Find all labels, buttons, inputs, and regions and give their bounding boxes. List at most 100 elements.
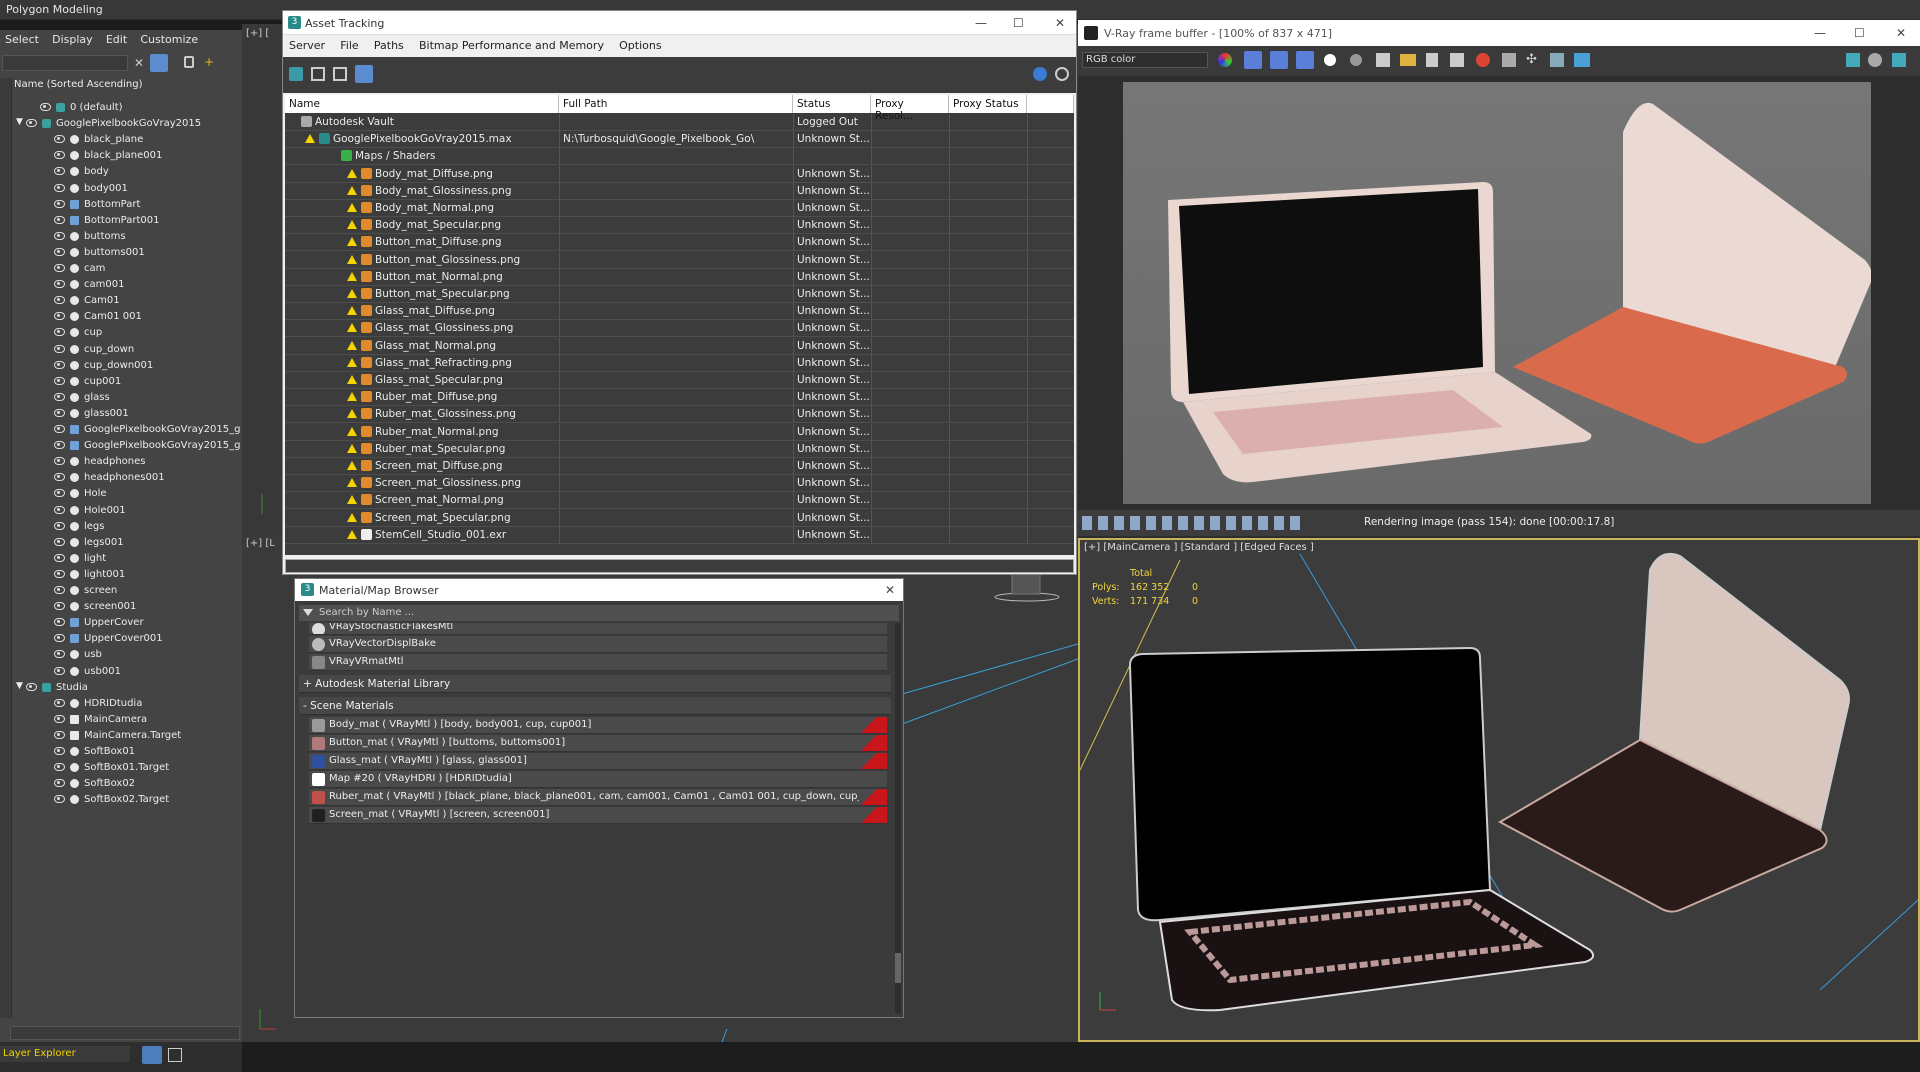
eye-icon[interactable] [40, 103, 51, 111]
search-input[interactable]: Search by Name ... [319, 607, 414, 618]
table-row[interactable]: Button_mat_Glossiness.png Unknown St... [285, 251, 1074, 269]
material-item[interactable]: Button_mat ( VRayMtl ) [buttoms, buttoms… [309, 735, 887, 752]
close-icon[interactable]: ✕ [1896, 26, 1906, 40]
move-icon[interactable]: ✣ [1526, 53, 1540, 67]
green-channel-icon[interactable] [1270, 51, 1288, 69]
eye-icon[interactable] [26, 682, 37, 691]
mono-icon[interactable] [1350, 54, 1362, 66]
eye-icon[interactable] [54, 167, 65, 176]
tree-item[interactable]: SoftBox01 [12, 744, 240, 760]
eye-icon[interactable] [54, 296, 65, 305]
interactive-render-icon[interactable] [1892, 53, 1906, 67]
eye-icon[interactable] [54, 135, 65, 144]
eye-icon[interactable] [54, 183, 65, 192]
eye-icon[interactable] [54, 344, 65, 353]
tree-header[interactable]: Name (Sorted Ascending) [14, 79, 143, 90]
clipboard-icon[interactable] [1426, 53, 1438, 67]
table-row[interactable]: Screen_mat_Normal.png Unknown St... [285, 492, 1074, 510]
eye-icon[interactable] [54, 151, 65, 160]
tree-item[interactable]: legs [12, 519, 240, 535]
section-autodesk-library[interactable]: + Autodesk Material Library [299, 675, 891, 693]
folder-icon[interactable] [1400, 54, 1416, 66]
blue-channel-icon[interactable] [1296, 51, 1314, 69]
eye-icon[interactable] [54, 264, 65, 272]
tree-item[interactable]: body [12, 164, 240, 180]
channel-select[interactable]: RGB color [1082, 52, 1208, 68]
search-input[interactable] [2, 55, 128, 71]
tree-item[interactable]: Cam01 001 [12, 309, 240, 325]
menu-display[interactable]: Display [47, 30, 98, 49]
eye-icon[interactable] [54, 328, 65, 337]
horizontal-scrollbar[interactable] [10, 1026, 240, 1040]
eye-icon[interactable] [54, 763, 65, 772]
table-row[interactable]: Autodesk Vault Logged Out [285, 114, 1074, 131]
save-icon[interactable] [1376, 53, 1390, 67]
close-icon[interactable]: ✕ [1055, 16, 1065, 30]
tree-item[interactable]: glass001 [12, 406, 240, 422]
table-row[interactable]: Body_mat_Specular.png Unknown St... [285, 217, 1074, 235]
list-item[interactable]: VRayVectorDisplBake [309, 636, 887, 653]
add-icon[interactable]: + [204, 56, 216, 68]
tree-item[interactable]: glass [12, 390, 240, 406]
eye-icon[interactable] [54, 795, 65, 804]
tree-item[interactable]: MainCamera.Target [12, 728, 240, 744]
eye-icon[interactable] [54, 586, 65, 594]
table-row[interactable]: Glass_mat_Refracting.png Unknown St... [285, 354, 1074, 372]
settings-icon[interactable] [1055, 67, 1069, 81]
eye-icon[interactable] [54, 199, 65, 208]
region-icon[interactable] [1502, 53, 1516, 67]
material-item[interactable]: Body_mat ( VRayMtl ) [body, body001, cup… [309, 717, 887, 734]
clear-icon[interactable] [1450, 53, 1464, 67]
tree-item[interactable]: screen001 [12, 599, 240, 615]
table-row[interactable]: Body_mat_Diffuse.png Unknown St... [285, 165, 1074, 183]
material-item[interactable]: Ruber_mat ( VRayMtl ) [black_plane, blac… [309, 789, 887, 806]
eye-icon[interactable] [54, 650, 65, 659]
track-mouse-icon[interactable] [1550, 53, 1564, 67]
table-row[interactable]: Glass_mat_Glossiness.png Unknown St... [285, 320, 1074, 338]
eye-icon[interactable] [26, 119, 37, 128]
table-row[interactable]: Ruber_mat_Normal.png Unknown St... [285, 423, 1074, 441]
material-item[interactable]: Screen_mat ( VRayMtl ) [screen, screen00… [309, 807, 887, 824]
tree-item[interactable]: UpperCover001 [12, 631, 240, 647]
tree-item[interactable]: SoftBox02 [12, 776, 240, 792]
chevron-down-icon[interactable]: ▼ [16, 117, 23, 127]
table-row[interactable]: Glass_mat_Diffuse.png Unknown St... [285, 303, 1074, 321]
eye-icon[interactable] [54, 376, 65, 385]
tree-item[interactable]: black_plane001 [12, 148, 240, 164]
table-row[interactable]: Ruber_mat_Diffuse.png Unknown St... [285, 389, 1074, 407]
menu-options[interactable]: Options [613, 35, 667, 52]
eye-icon[interactable] [54, 505, 65, 514]
teapot-icon[interactable] [1846, 53, 1860, 67]
list-view-icon[interactable] [311, 67, 325, 81]
tree-item[interactable]: HDRIDtudia [12, 696, 240, 712]
eye-icon[interactable] [54, 602, 65, 611]
tree-item[interactable]: ▼ Studia [12, 680, 240, 696]
tree-item[interactable]: body001 [12, 181, 240, 197]
alpha-icon[interactable] [1324, 54, 1336, 66]
menu-bitmap-performance[interactable]: Bitmap Performance and Memory [413, 35, 610, 52]
tree-item[interactable]: legs001 [12, 535, 240, 551]
maximize-icon[interactable]: ☐ [1013, 16, 1024, 30]
table-row[interactable]: Body_mat_Glossiness.png Unknown St... [285, 182, 1074, 200]
help-icon[interactable] [1033, 67, 1047, 81]
menu-paths[interactable]: Paths [368, 35, 410, 52]
col-header-name[interactable]: Name [285, 95, 559, 113]
refresh-icon[interactable] [289, 67, 303, 81]
section-scene-materials[interactable]: - Scene Materials [299, 697, 891, 715]
list-item[interactable]: VRayStochasticFlakesMtl [309, 623, 887, 635]
chevron-down-icon[interactable]: ▼ [16, 681, 23, 691]
eye-icon[interactable] [54, 457, 65, 466]
table-row[interactable]: Button_mat_Specular.png Unknown St... [285, 286, 1074, 303]
eye-icon[interactable] [54, 634, 65, 643]
close-icon[interactable]: ✕ [132, 56, 146, 70]
render-icon[interactable] [1574, 53, 1590, 67]
menu-server[interactable]: Server [283, 35, 331, 52]
eye-icon[interactable] [54, 521, 65, 530]
menu-edit[interactable]: Edit [101, 30, 132, 49]
tree-item[interactable]: UpperCover [12, 615, 240, 631]
eye-icon[interactable] [54, 247, 65, 256]
eye-icon[interactable] [54, 425, 65, 433]
table-row[interactable]: Screen_mat_Diffuse.png Unknown St... [285, 458, 1074, 475]
tree-item[interactable]: GooglePixelbookGoVray2015_group00 [12, 438, 240, 454]
table-row[interactable]: Glass_mat_Specular.png Unknown St... [285, 372, 1074, 389]
